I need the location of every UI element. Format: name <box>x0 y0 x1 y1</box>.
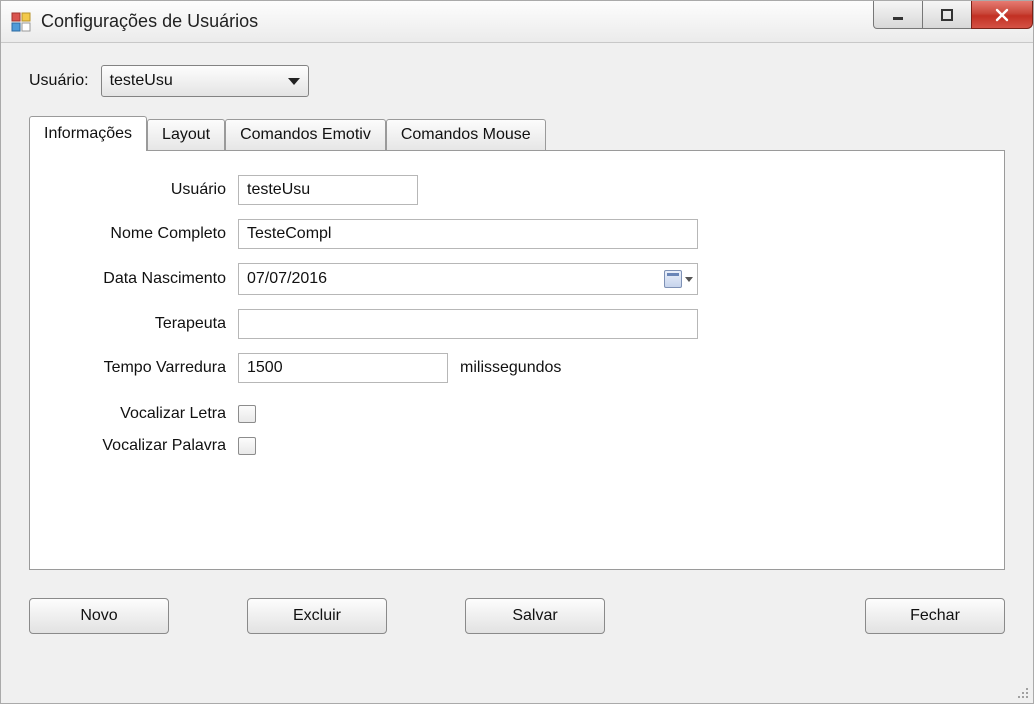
tab-comandos-mouse[interactable]: Comandos Mouse <box>386 119 546 150</box>
app-icon <box>11 12 31 32</box>
chevron-down-icon <box>288 78 300 85</box>
close-button[interactable] <box>971 1 1033 29</box>
window-controls <box>874 1 1033 29</box>
voc-palavra-checkbox[interactable] <box>238 437 256 455</box>
tab-panel-informacoes: Usuário Nome Completo Data Nascimento 07… <box>29 150 1005 570</box>
data-value: 07/07/2016 <box>247 270 327 288</box>
tempo-field-label: Tempo Varredura <box>58 359 238 377</box>
voc-palavra-label: Vocalizar Palavra <box>58 437 238 455</box>
chevron-down-icon <box>685 277 693 282</box>
user-dropdown-text: testeUsu <box>110 72 288 90</box>
data-nascimento-picker[interactable]: 07/07/2016 <box>238 263 698 295</box>
maximize-button[interactable] <box>922 1 972 29</box>
tab-comandos-emotiv[interactable]: Comandos Emotiv <box>225 119 386 150</box>
user-select-row: Usuário: testeUsu <box>29 65 1005 97</box>
tab-layout[interactable]: Layout <box>147 119 225 150</box>
terapeuta-field-label: Terapeuta <box>58 315 238 333</box>
salvar-button[interactable]: Salvar <box>465 598 605 634</box>
fechar-button[interactable]: Fechar <box>865 598 1005 634</box>
voc-letra-checkbox[interactable] <box>238 405 256 423</box>
window-title: Configurações de Usuários <box>41 11 258 32</box>
usuario-input[interactable] <box>238 175 418 205</box>
voc-letra-label: Vocalizar Letra <box>58 405 238 423</box>
titlebar[interactable]: Configurações de Usuários <box>1 1 1033 43</box>
calendar-button[interactable] <box>664 270 693 288</box>
minimize-button[interactable] <box>873 1 923 29</box>
tempo-input[interactable] <box>238 353 448 383</box>
novo-button[interactable]: Novo <box>29 598 169 634</box>
user-dropdown[interactable]: testeUsu <box>101 65 309 97</box>
button-bar: Novo Excluir Salvar Fechar <box>29 598 1005 634</box>
user-label: Usuário: <box>29 72 89 90</box>
excluir-button[interactable]: Excluir <box>247 598 387 634</box>
client-area: Usuário: testeUsu Informações Layout Com… <box>1 43 1033 703</box>
tempo-unit: milissegundos <box>460 359 561 377</box>
tab-strip: Informações Layout Comandos Emotiv Coman… <box>29 115 1005 150</box>
tab-informacoes[interactable]: Informações <box>29 116 147 151</box>
nome-input[interactable] <box>238 219 698 249</box>
calendar-icon <box>664 270 682 288</box>
data-field-label: Data Nascimento <box>58 270 238 288</box>
usuario-field-label: Usuário <box>58 181 238 199</box>
terapeuta-input[interactable] <box>238 309 698 339</box>
resize-grip[interactable] <box>1013 683 1029 699</box>
window-frame: Configurações de Usuários Usuário: teste… <box>0 0 1034 704</box>
nome-field-label: Nome Completo <box>58 225 238 243</box>
